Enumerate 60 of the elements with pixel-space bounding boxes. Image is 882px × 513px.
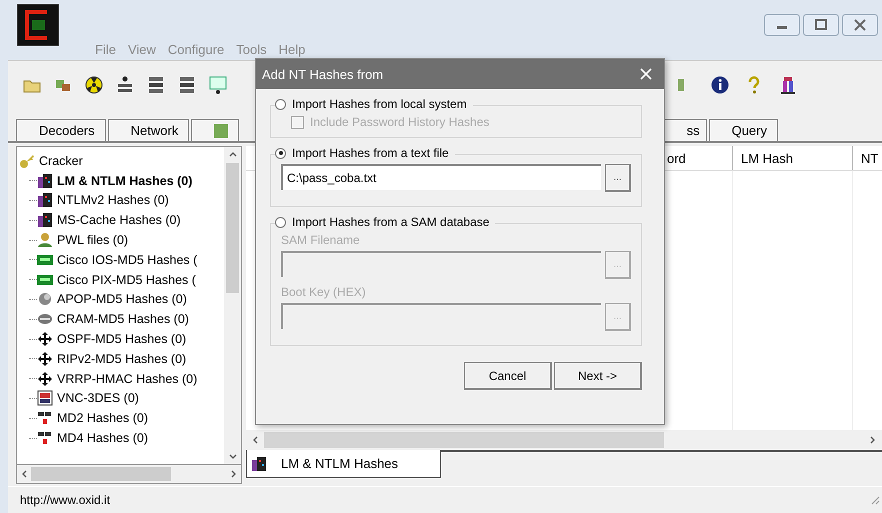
monitor-icon[interactable]	[208, 75, 228, 95]
dialog-button[interactable]: Next ->	[554, 362, 642, 390]
tree-item[interactable]: MD2 Hashes (0)	[57, 411, 148, 426]
tree-item[interactable]: Cisco PIX-MD5 Hashes (	[57, 272, 196, 287]
tree-item[interactable]: VNC-3DES (0)	[57, 391, 139, 406]
tab[interactable]: LM & NTLM Hashes	[246, 450, 441, 478]
tree-item[interactable]: LM & NTLM Hashes (0)	[57, 174, 192, 188]
scrollbar[interactable]	[224, 147, 241, 464]
tree-item[interactable]: MS-Cache Hashes (0)	[57, 213, 181, 228]
tree-item[interactable]: MD4 Hashes (0)	[57, 431, 148, 446]
key-icon	[19, 152, 35, 169]
cross-arrows-icon	[37, 370, 53, 387]
input-field[interactable]: C:\pass_coba.txt	[281, 164, 601, 190]
tree-item[interactable]: PWL files (0)	[57, 233, 128, 248]
column-header[interactable]: NT	[852, 146, 882, 170]
cross-arrows-icon	[37, 350, 53, 367]
vnc-icon	[37, 390, 53, 406]
minimize-button[interactable]	[764, 14, 800, 36]
user-icon	[37, 232, 53, 248]
toolbar-icon[interactable]	[115, 75, 135, 95]
md-icon	[37, 430, 53, 446]
field-label: Boot Key (HEX)	[281, 285, 367, 299]
person-icon[interactable]	[778, 75, 798, 95]
info-icon[interactable]	[710, 75, 730, 95]
tab[interactable]: Query	[708, 119, 778, 141]
radio-button[interactable]	[275, 98, 286, 110]
status-text: http://www.oxid.it	[20, 493, 110, 507]
resize-grip-icon	[870, 495, 880, 505]
dialog-button[interactable]: Cancel	[464, 362, 552, 390]
tab[interactable]	[191, 119, 240, 141]
browse-button[interactable]: ...	[605, 164, 631, 192]
tree-item[interactable]: CRAM-MD5 Hashes (0)	[57, 312, 189, 326]
tree-item[interactable]: NTLMv2 Hashes (0)	[57, 193, 169, 208]
building-icon	[37, 192, 53, 208]
dialog-title: Add NT Hashes from	[262, 66, 384, 82]
tree-item[interactable]: Cisco IOS-MD5 Hashes (	[57, 252, 198, 267]
radio-button[interactable]	[275, 216, 286, 228]
toolbar-icon[interactable]	[146, 75, 166, 95]
app-logo	[17, 4, 59, 46]
tree-item[interactable]: OSPF-MD5 Hashes (0)	[57, 332, 186, 346]
tree-item[interactable]: RIPv2-MD5 Hashes (0)	[57, 352, 186, 366]
toolbar-icon[interactable]	[177, 75, 197, 95]
field-label: SAM Filename	[281, 233, 361, 247]
tab[interactable]: Decoders	[16, 119, 106, 141]
tree-item[interactable]: Cracker	[39, 154, 83, 168]
cross-arrows-icon	[37, 331, 53, 348]
maximize-button[interactable]	[803, 14, 839, 36]
radio-button[interactable]	[275, 148, 286, 158]
tree-item[interactable]: VRRP-HMAC Hashes (0)	[57, 372, 198, 386]
close-icon[interactable]	[640, 68, 652, 80]
scrollbar[interactable]	[16, 465, 242, 484]
building-icon	[37, 172, 53, 189]
radiation-icon[interactable]	[84, 75, 104, 95]
close-button[interactable]	[842, 14, 878, 36]
tree-item[interactable]: APOP-MD5 Hashes (0)	[57, 292, 187, 306]
building-icon	[37, 212, 53, 228]
building-icon	[251, 456, 267, 472]
column-header[interactable]: LM Hash	[732, 146, 852, 170]
md-icon	[37, 410, 53, 426]
tab[interactable]: Network	[108, 119, 190, 141]
